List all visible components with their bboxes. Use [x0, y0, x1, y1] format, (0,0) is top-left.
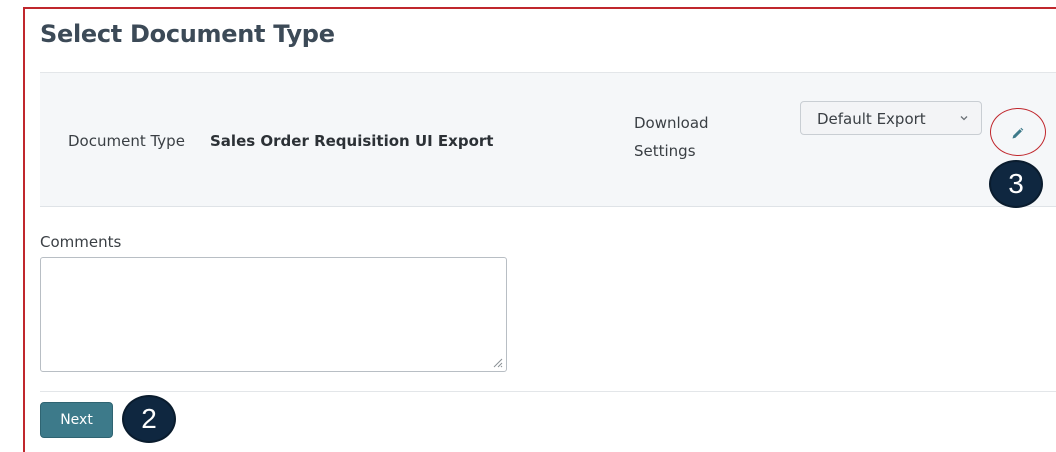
resize-grip-icon[interactable] [491, 356, 503, 368]
comments-label: Comments [40, 233, 122, 251]
document-type-label: Document Type [68, 132, 185, 150]
edit-settings-button[interactable] [990, 108, 1046, 156]
download-settings-select[interactable]: Default Export [800, 101, 982, 135]
pencil-icon [1012, 127, 1024, 139]
download-settings-selected-value: Default Export [817, 110, 926, 128]
actions-divider [40, 391, 1056, 392]
page-title: Select Document Type [40, 20, 335, 48]
document-type-value: Sales Order Requisition UI Export [210, 132, 494, 150]
download-settings-label: Download Settings [634, 114, 709, 160]
next-button[interactable]: Next [40, 402, 113, 438]
document-type-panel: Document Type Sales Order Requisition UI… [40, 73, 1056, 207]
step-3-callout-badge: 3 [989, 160, 1043, 208]
step-2-callout-badge: 2 [122, 395, 176, 443]
chevron-down-icon [960, 116, 968, 121]
comments-textarea[interactable] [40, 257, 507, 372]
